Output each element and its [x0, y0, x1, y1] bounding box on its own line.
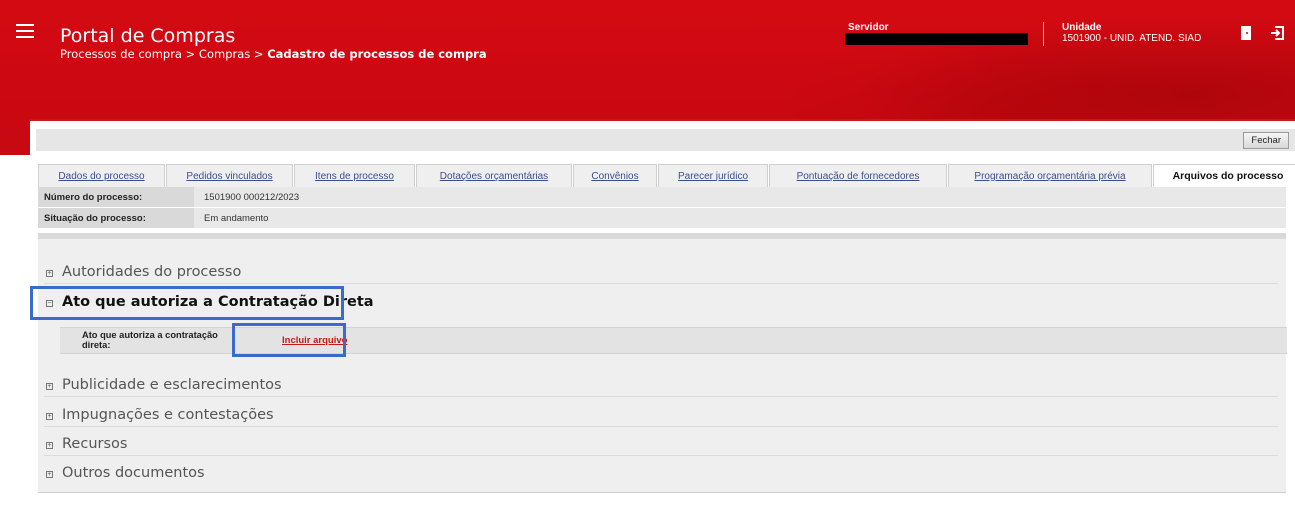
- tab-itens-de-processo[interactable]: Itens de processo: [294, 164, 415, 187]
- tab-dados-do-processo[interactable]: Dados do processo: [38, 164, 165, 187]
- app-title: Portal de Compras: [60, 25, 236, 47]
- process-info: Número do processo: 1501900 000212/2023 …: [38, 187, 1286, 229]
- plus-box-icon[interactable]: +: [46, 442, 53, 449]
- highlight-box-link: [232, 323, 346, 357]
- info-row-situacao: Situação do processo: Em andamento: [38, 208, 1286, 229]
- plus-box-icon[interactable]: +: [46, 270, 53, 277]
- section-publicidade[interactable]: + Publicidade e esclarecimentos: [44, 373, 1278, 397]
- tab-arquivos-do-processo[interactable]: Arquivos do processo: [1153, 164, 1295, 187]
- numero-value: 1501900 000212/2023: [194, 187, 1286, 207]
- servidor-redacted: [845, 33, 1028, 45]
- breadcrumb-current: Cadastro de processos de compra: [267, 47, 487, 61]
- highlight-box-section: [30, 286, 344, 320]
- header-divider: [1043, 22, 1044, 46]
- plus-box-icon[interactable]: +: [46, 413, 53, 420]
- door-icon[interactable]: [1238, 24, 1254, 42]
- hamburger-icon[interactable]: [16, 24, 34, 38]
- tab-pontuacao-de-fornecedores[interactable]: Pontuação de fornecedores: [769, 164, 947, 187]
- sections-area: + Autoridades do processo − Ato que auto…: [38, 239, 1286, 493]
- section-title[interactable]: Autoridades do processo: [62, 264, 241, 280]
- section-title[interactable]: Impugnações e contestações: [62, 407, 274, 423]
- section-title[interactable]: Publicidade e esclarecimentos: [62, 377, 282, 393]
- logout-icon[interactable]: [1270, 24, 1286, 42]
- numero-label: Número do processo:: [38, 187, 194, 207]
- breadcrumb-path: Processos de compra > Compras >: [60, 47, 268, 61]
- section-recursos[interactable]: + Recursos: [44, 432, 1278, 456]
- tab-dotacoes-orcamentarias[interactable]: Dotações orçamentárias: [416, 164, 572, 187]
- section-autoridades[interactable]: + Autoridades do processo: [44, 260, 1278, 284]
- tab-bar: Dados do processo Pedidos vinculados Ite…: [38, 164, 1295, 187]
- plus-box-icon[interactable]: +: [46, 383, 53, 390]
- section-outros-documentos[interactable]: + Outros documentos: [44, 461, 1278, 485]
- info-row-numero: Número do processo: 1501900 000212/2023: [38, 187, 1286, 208]
- ato-field-label: Ato que autoriza a contratação direta:: [82, 330, 218, 350]
- situacao-label: Situação do processo:: [38, 208, 194, 228]
- tab-convenios[interactable]: Convênios: [573, 164, 657, 187]
- situacao-value: Em andamento: [194, 208, 1286, 228]
- servidor-label: Servidor: [848, 22, 889, 33]
- section-impugnacoes[interactable]: + Impugnações e contestações: [44, 403, 1278, 427]
- tab-parecer-juridico[interactable]: Parecer jurídico: [658, 164, 768, 187]
- breadcrumb: Processos de compra > Compras > Cadastro…: [60, 47, 487, 61]
- section-title[interactable]: Recursos: [62, 436, 127, 452]
- section-title[interactable]: Outros documentos: [62, 465, 205, 481]
- plus-box-icon[interactable]: +: [46, 471, 53, 478]
- main-panel: Fechar Dados do processo Pedidos vincula…: [30, 119, 1295, 504]
- close-button[interactable]: Fechar: [1243, 132, 1289, 149]
- unidade-label: Unidade: [1062, 22, 1102, 33]
- tab-programacao-orcamentaria-previa[interactable]: Programação orçamentária prévia: [948, 164, 1152, 187]
- panel-toolbar: Fechar: [36, 129, 1295, 151]
- tab-pedidos-vinculados[interactable]: Pedidos vinculados: [166, 164, 293, 187]
- unidade-value: 1501900 - UNID. ATEND. SIAD: [1062, 33, 1202, 44]
